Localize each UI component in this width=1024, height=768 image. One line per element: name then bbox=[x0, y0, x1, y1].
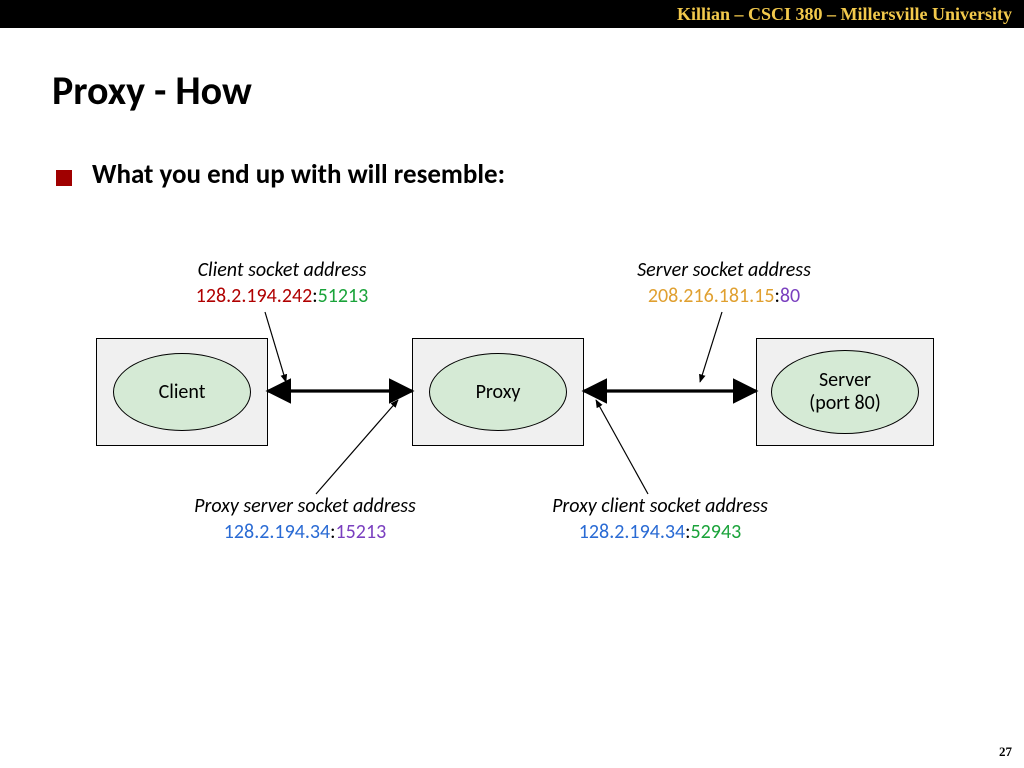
server-socket-port: 80 bbox=[780, 284, 800, 308]
pointer-proxycli-label bbox=[596, 400, 648, 494]
pointer-proxysrv-label bbox=[316, 400, 398, 494]
client-node: Client bbox=[96, 338, 268, 446]
client-socket-ip: 128.2.194.242 bbox=[196, 284, 313, 308]
server-socket-caption: Server socket address bbox=[604, 258, 844, 284]
client-socket-port: 51213 bbox=[318, 284, 369, 308]
server-label-l2: (port 80) bbox=[809, 391, 881, 415]
proxy-client-socket-label: Proxy client socket address 128.2.194.34… bbox=[530, 494, 790, 545]
proxy-server-socket-ip: 128.2.194.34 bbox=[224, 520, 330, 544]
client-socket-label: Client socket address 128.2.194.242:5121… bbox=[172, 258, 392, 309]
server-node: Server (port 80) bbox=[756, 338, 934, 446]
proxy-node: Proxy bbox=[412, 338, 584, 446]
pointer-client-label bbox=[265, 312, 286, 382]
slide-header: Killian – CSCI 380 – Millersville Univer… bbox=[0, 0, 1024, 28]
slide-title: Proxy - How bbox=[52, 66, 252, 115]
proxy-label: Proxy bbox=[476, 381, 521, 404]
server-socket-label: Server socket address 208.216.181.15:80 bbox=[604, 258, 844, 309]
proxy-server-socket-label: Proxy server socket address 128.2.194.34… bbox=[160, 494, 450, 545]
bullet-icon bbox=[56, 170, 72, 186]
server-ellipse: Server (port 80) bbox=[771, 350, 919, 434]
pointer-server-label bbox=[700, 312, 722, 382]
client-socket-caption: Client socket address bbox=[172, 258, 392, 284]
server-label-l1: Server bbox=[819, 368, 871, 392]
server-socket-ip: 208.216.181.15 bbox=[648, 284, 775, 308]
proxy-server-socket-port: 15213 bbox=[336, 520, 387, 544]
proxy-server-socket-caption: Proxy server socket address bbox=[160, 494, 450, 520]
bullet-text: What you end up with will resemble: bbox=[92, 158, 505, 191]
proxy-client-socket-caption: Proxy client socket address bbox=[530, 494, 790, 520]
slide-number: 27 bbox=[999, 744, 1012, 760]
client-ellipse: Client bbox=[113, 353, 251, 431]
proxy-client-socket-ip: 128.2.194.34 bbox=[579, 520, 685, 544]
client-label: Client bbox=[159, 381, 206, 404]
proxy-client-socket-port: 52943 bbox=[691, 520, 742, 544]
proxy-ellipse: Proxy bbox=[429, 353, 567, 431]
